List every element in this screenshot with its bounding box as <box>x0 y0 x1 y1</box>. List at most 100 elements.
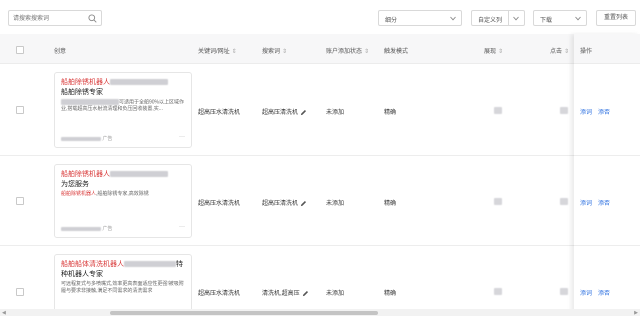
sort-icon[interactable]: ⇕ <box>364 49 369 55</box>
horizontal-scrollbar[interactable]: ◀ ▶ <box>0 309 640 316</box>
reset-list-button[interactable]: 重置列表 <box>596 10 636 26</box>
action-cell: 添词 添否 <box>574 246 640 316</box>
custom-columns-button[interactable]: 自定义列 <box>471 10 525 26</box>
segment-dropdown-label: 细分 <box>385 18 398 24</box>
trigger-mode-cell: 精确 <box>384 201 397 207</box>
row-checkbox[interactable] <box>16 106 24 114</box>
creative-card[interactable]: 船舶除锈机器人 为您服务 船舶除锈机器人,船舶除锈专家,高效除锈 广告 ··· <box>54 164 192 238</box>
creative-title-suffix: 特 <box>176 261 183 268</box>
add-keyword-link[interactable]: 添词 <box>580 288 592 297</box>
search-icon[interactable] <box>88 14 97 23</box>
creative-description: 船舶除锈机器人,船舶除锈专家,高效除锈 <box>61 191 185 198</box>
sort-icon[interactable]: ⇕ <box>232 49 237 55</box>
creative-title-highlight: 船舶除锈机器人 <box>61 79 110 86</box>
divider <box>508 11 509 25</box>
ad-badge: 广告 <box>102 226 113 232</box>
trigger-mode-cell: 精确 <box>384 291 397 297</box>
search-box[interactable] <box>8 10 102 26</box>
custom-columns-label: 自定义列 <box>478 18 503 24</box>
sort-icon[interactable]: ⇕ <box>564 49 569 55</box>
header-keyword[interactable]: 关键词/网址 ⇕ <box>198 46 237 55</box>
segment-dropdown[interactable]: 细分 <box>378 10 462 26</box>
row-checkbox[interactable] <box>16 288 24 296</box>
sort-icon[interactable]: ⇕ <box>498 49 503 55</box>
creative-meta: 广告 <box>61 225 112 232</box>
creative-subtitle: 种机器人专家 <box>61 271 103 278</box>
search-term-cell: 清洗机,超高压 <box>262 288 309 297</box>
add-status-cell: 未添加 <box>326 110 345 116</box>
edit-icon[interactable] <box>300 200 307 207</box>
add-status-cell: 未添加 <box>326 291 345 297</box>
add-keyword-link[interactable]: 添词 <box>580 107 592 116</box>
edit-icon[interactable] <box>300 109 307 116</box>
blurred-text <box>61 226 101 231</box>
creative-card[interactable]: 船舶船体清洗机器人 特 种机器人专家 可远程复式与多喷嘴式,效率更高表面适应性更强… <box>54 254 192 316</box>
creative-description: 可远程复式与多喷嘴式,效率更高表面适应性更强!被吸附履与要求非接触,满足不同需求… <box>61 281 184 294</box>
select-all-checkbox[interactable] <box>16 46 24 54</box>
search-term-cell: 超高压清洗机 <box>262 198 307 207</box>
impressions-value <box>494 107 502 114</box>
add-keyword-link[interactable]: 添词 <box>580 198 592 207</box>
chevron-down-icon <box>450 16 456 21</box>
add-negative-link[interactable]: 添否 <box>598 288 610 297</box>
action-column: 操作 添词 添否 添词 添否 添词 添否 <box>574 34 640 316</box>
creative-description: 可适用于全船90%以上区域作业,搭载超高压水射流清理和负压回收装置,实... <box>61 99 185 113</box>
blurred-text <box>61 99 119 105</box>
header-add-status-label: 账户添加状态 <box>326 49 363 55</box>
search-term-table: 创意 关键词/网址 ⇕ 搜索词 ⇕ 账户添加状态 ⇕ 触发模式 展现 ⇕ 点击 ⇕ 船舶除… <box>0 34 640 316</box>
more-icon[interactable]: ··· <box>179 224 185 230</box>
creative-meta: 广告 <box>61 135 112 142</box>
header-trigger-mode: 触发模式 <box>384 49 409 55</box>
scrollbar-thumb[interactable] <box>110 311 378 315</box>
header-search-term-label: 搜索词 <box>262 49 281 55</box>
chevron-down-icon <box>575 16 581 21</box>
header-clicks[interactable]: 点击 ⇕ <box>550 46 569 55</box>
blurred-text <box>124 261 176 268</box>
add-negative-link[interactable]: 添否 <box>598 198 610 207</box>
chevron-down-icon[interactable] <box>513 16 519 21</box>
row-checkbox[interactable] <box>16 197 24 205</box>
blurred-text <box>110 79 168 86</box>
header-action: 操作 <box>580 49 593 55</box>
table-row: 船舶除锈机器人 为您服务 船舶除锈机器人,船舶除锈专家,高效除锈 广告 ··· … <box>0 156 640 246</box>
download-dropdown[interactable]: 下载 <box>533 10 587 26</box>
keyword-cell: 超高压水清洗机 <box>198 110 241 116</box>
creative-subtitle: 为您服务 <box>61 181 89 188</box>
header-keyword-label: 关键词/网址 <box>198 49 230 55</box>
impressions-value <box>494 198 502 205</box>
search-term-text: 清洗机,超高压 <box>262 291 300 297</box>
header-impressions[interactable]: 展现 ⇕ <box>484 46 503 55</box>
creative-title: 船舶除锈机器人 <box>61 169 168 179</box>
trigger-mode-cell: 精确 <box>384 110 397 116</box>
edit-icon[interactable] <box>302 290 309 297</box>
creative-card[interactable]: 船舶除锈机器人 船舶除锈专家 可适用于全船90%以上区域作业,搭载超高压水射流清… <box>54 72 192 148</box>
creative-title: 船舶船体清洗机器人 特 <box>61 259 183 269</box>
action-cell: 添词 添否 <box>574 64 640 156</box>
keyword-cell: 超高压水清洗机 <box>198 201 241 207</box>
more-icon[interactable]: ··· <box>179 134 185 140</box>
header-clicks-label: 点击 <box>550 49 563 55</box>
creative-description-highlight: 船舶除锈机器人 <box>61 191 97 197</box>
impressions-value <box>494 288 502 295</box>
search-input[interactable] <box>13 13 91 24</box>
search-term-text: 超高压清洗机 <box>262 201 299 207</box>
scroll-left-icon[interactable]: ◀ <box>2 310 6 316</box>
blurred-text <box>61 136 101 141</box>
search-term-text: 超高压清洗机 <box>262 110 299 116</box>
creative-subtitle: 船舶除锈专家 <box>61 89 103 96</box>
header-impressions-label: 展现 <box>484 49 497 55</box>
header-creative: 创意 <box>54 49 67 55</box>
creative-title-highlight: 船舶船体清洗机器人 <box>61 261 124 268</box>
add-negative-link[interactable]: 添否 <box>598 107 610 116</box>
scroll-right-icon[interactable]: ▶ <box>634 310 638 316</box>
header-add-status[interactable]: 账户添加状态 ⇕ <box>326 46 369 55</box>
add-status-cell: 未添加 <box>326 201 345 207</box>
creative-title-highlight: 船舶除锈机器人 <box>61 171 110 178</box>
search-term-cell: 超高压清洗机 <box>262 107 307 116</box>
creative-title: 船舶除锈机器人 <box>61 77 168 87</box>
sort-icon[interactable]: ⇕ <box>282 49 287 55</box>
clicks-value <box>560 107 568 114</box>
header-search-term[interactable]: 搜索词 ⇕ <box>262 46 287 55</box>
download-label: 下载 <box>540 18 553 24</box>
creative-description-text: ,船舶除锈专家,高效除锈 <box>96 191 149 197</box>
